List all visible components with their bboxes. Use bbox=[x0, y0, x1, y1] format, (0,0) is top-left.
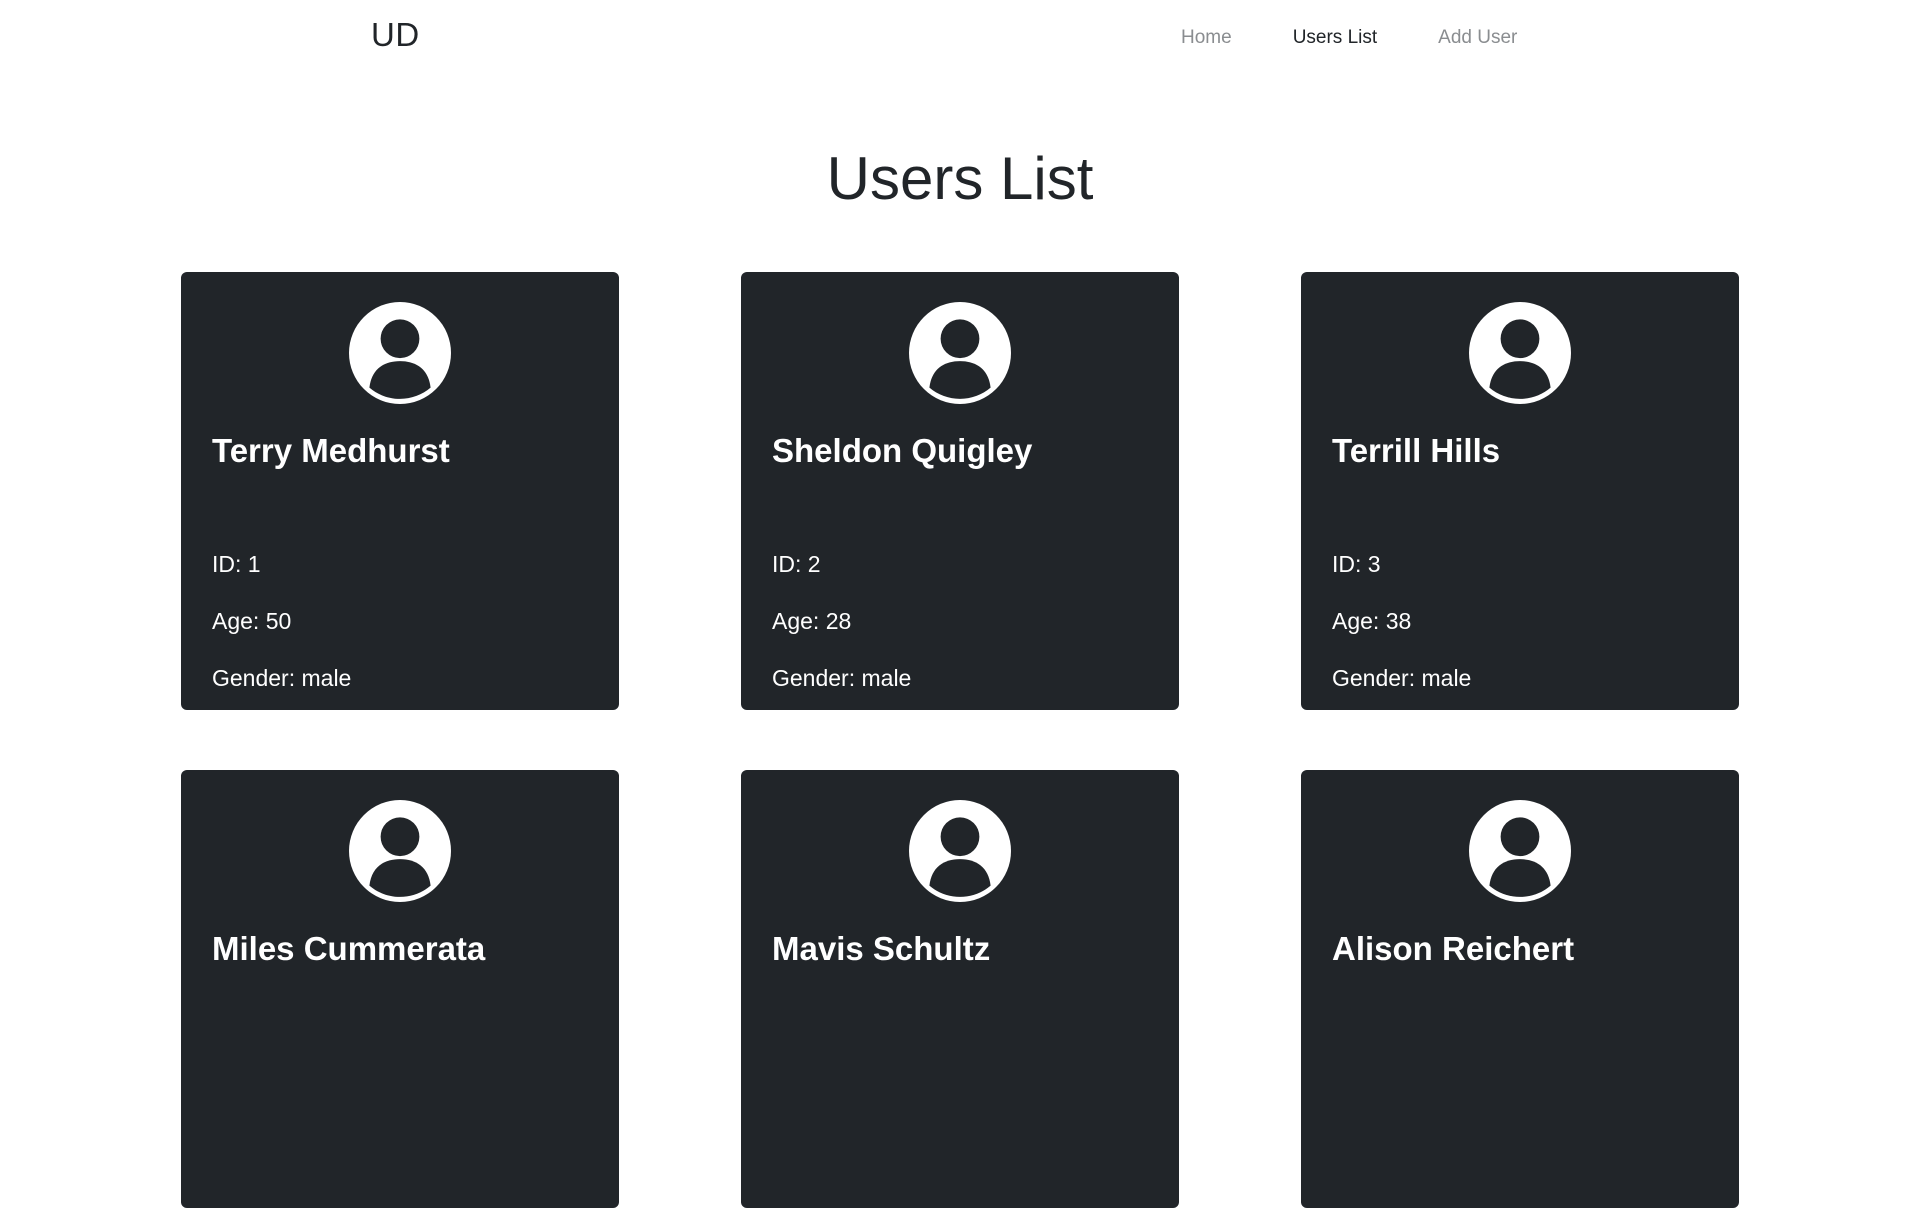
user-circle-icon bbox=[349, 302, 451, 404]
user-id: ID: 3 bbox=[1332, 551, 1381, 577]
user-name: Mavis Schultz bbox=[772, 930, 991, 967]
user-gender: Gender: male bbox=[212, 665, 352, 691]
nav-link-users-list[interactable]: Users List bbox=[1293, 27, 1377, 49]
nav-link-home[interactable]: Home bbox=[1181, 27, 1232, 49]
nav-link-add-user[interactable]: Add User bbox=[1438, 27, 1517, 49]
user-name: Terrill Hills bbox=[1332, 432, 1501, 469]
user-circle-icon bbox=[909, 800, 1011, 902]
user-card[interactable]: Terry Medhurst ID: 1 Age: 50 Gender: mal… bbox=[181, 272, 619, 710]
navbar: UD Home Users List Add User bbox=[0, 0, 1920, 78]
user-card[interactable]: Mavis Schultz bbox=[741, 770, 1179, 1208]
user-name: Terry Medhurst bbox=[212, 432, 450, 469]
nav-links: Home Users List Add User bbox=[1181, 27, 1578, 49]
user-circle-icon bbox=[349, 800, 451, 902]
user-card[interactable]: Alison Reichert bbox=[1301, 770, 1739, 1208]
user-circle-icon bbox=[909, 302, 1011, 404]
user-id: ID: 2 bbox=[772, 551, 821, 577]
user-name: Sheldon Quigley bbox=[772, 432, 1033, 469]
user-card[interactable]: Sheldon Quigley ID: 2 Age: 28 Gender: ma… bbox=[741, 272, 1179, 710]
user-circle-icon bbox=[1469, 302, 1571, 404]
user-gender: Gender: male bbox=[772, 665, 912, 691]
user-age: Age: 28 bbox=[772, 608, 852, 634]
user-id: ID: 1 bbox=[212, 551, 261, 577]
page-title: Users List bbox=[826, 145, 1094, 212]
user-card[interactable]: Terrill Hills ID: 3 Age: 38 Gender: male bbox=[1301, 272, 1739, 710]
user-age: Age: 50 bbox=[212, 608, 292, 634]
user-name: Alison Reichert bbox=[1332, 930, 1575, 967]
user-gender: Gender: male bbox=[1332, 665, 1472, 691]
user-circle-icon bbox=[1469, 800, 1571, 902]
user-card[interactable]: Miles Cummerata bbox=[181, 770, 619, 1208]
brand-logo[interactable]: UD bbox=[371, 16, 420, 54]
user-age: Age: 38 bbox=[1332, 608, 1412, 634]
user-name: Miles Cummerata bbox=[212, 930, 486, 967]
